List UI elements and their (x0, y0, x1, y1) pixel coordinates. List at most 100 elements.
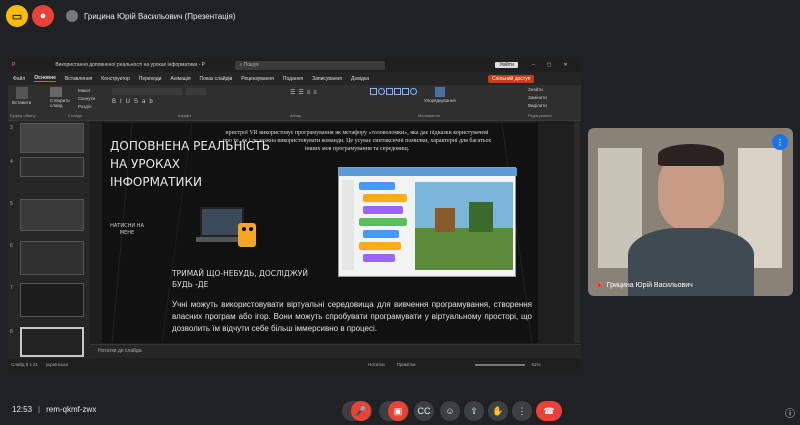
participant-name: Грицина Юрій Васильович (606, 282, 693, 289)
slide-counter: Слайд 8 з 21 (11, 362, 38, 367)
current-slide[interactable]: ДОПОВНЕНА РЕАЛЬНІСТЬ НА УРОКАХ ІНФОРМАТИ… (102, 123, 538, 343)
sign-in-button[interactable]: Увійти (495, 62, 518, 68)
raise-hand-button[interactable]: ✋ (488, 401, 508, 421)
emoji-icon: ☺ (445, 406, 455, 416)
minimize-icon[interactable]: – (532, 62, 535, 68)
vr-description-text: пристрої VR використовує програмування я… (222, 130, 492, 152)
arrange-button[interactable]: Упорядкування (424, 87, 456, 103)
more-options-button[interactable]: ⋮ (512, 401, 532, 421)
slide-number: 3 (10, 125, 13, 131)
slide-thumbnails: 3 4 5 6 7 8 (8, 121, 90, 359)
more-vert-icon: ⋮ (517, 405, 527, 416)
paragraph-buttons[interactable]: ☰☰≡≡ (290, 89, 320, 96)
thumbnail-slide-8-selected[interactable] (20, 327, 84, 357)
captions-icon: CC (417, 406, 431, 416)
font-format-buttons[interactable]: BIUSab (112, 99, 157, 105)
drawing-group-label: Малювання (418, 113, 440, 118)
thumbnail-slide-4[interactable] (20, 157, 84, 177)
file-title: Використання доповненої реальності на ур… (55, 62, 206, 68)
tap-me-label: НАТИСНИ НА МЕНЕ (110, 223, 144, 236)
section-button[interactable]: Розділ (78, 103, 95, 111)
search-input[interactable]: ⌕ Пошук (235, 60, 386, 70)
language-status[interactable]: українська (46, 362, 68, 367)
zoom-slider[interactable] (475, 363, 526, 366)
mic-toggle-button[interactable]: 🎤 (351, 401, 371, 421)
ribbon: Вставити Буфер обміну Створити слайд Мак… (8, 85, 581, 121)
tab-animations[interactable]: Анімація (170, 76, 190, 82)
meet-top-bar: ▭ ● Грицина Юрій Васильович (Презентація… (0, 0, 800, 32)
tab-recording[interactable]: Записування (312, 76, 342, 82)
meeting-code[interactable]: rem-qkmf-zwx (46, 405, 96, 414)
thumbnail-slide-6[interactable] (20, 241, 84, 275)
tab-home[interactable]: Основне (34, 75, 56, 82)
font-size-select[interactable] (186, 88, 206, 95)
end-call-button[interactable]: ☎ (536, 401, 562, 421)
mic-off-icon: 🎤 (355, 405, 367, 416)
tab-design[interactable]: Конструктор (101, 76, 130, 82)
replace-button[interactable]: Замінити (528, 94, 547, 102)
close-icon[interactable]: ✕ (563, 62, 567, 68)
keep-explore-text: ТРИМАЙ ЩО-НЕБУДЬ, ДОСЛІДЖУЙ БУДЬ -ДЕ (172, 269, 308, 289)
clipboard-group-label: Буфер обміну (10, 113, 36, 118)
laptop-robot-image (196, 203, 262, 258)
hand-icon: ✋ (492, 405, 504, 416)
presenter-banner-text: Грицина Юрій Васильович (Презентація) (84, 11, 236, 21)
cospaces-editor-image (338, 167, 517, 277)
camera-off-icon: ▣ (393, 405, 403, 416)
new-slide-label: Створити слайд (50, 98, 70, 108)
zoom-level[interactable]: 61% (531, 362, 540, 367)
thumbnail-slide-7[interactable] (20, 283, 84, 317)
notes-pane[interactable]: Нотатки до слайда (90, 344, 581, 358)
phone-hangup-icon: ☎ (543, 405, 555, 416)
tab-transitions[interactable]: Переходи (139, 76, 162, 82)
slide-number: 4 (10, 159, 13, 165)
presenter-banner: Грицина Юрій Васильович (Презентація) (66, 6, 236, 26)
shapes-gallery[interactable] (370, 88, 418, 108)
select-button[interactable]: Виділити (528, 102, 547, 110)
thumbnail-slide-5[interactable] (20, 199, 84, 231)
tab-view[interactable]: Подання (283, 76, 303, 82)
pin-icon[interactable]: 📌 (594, 282, 603, 290)
arrange-icon (434, 87, 445, 97)
reactions-button[interactable]: ☺ (440, 401, 460, 421)
slide-options: Макет Скинути Розділ (78, 87, 95, 111)
tab-insert[interactable]: Вставлення (65, 76, 92, 82)
info-icon[interactable]: ⓘ (785, 405, 795, 420)
captions-button[interactable]: CC (414, 401, 434, 421)
tab-review[interactable]: Рецензування (241, 76, 274, 82)
avatar (66, 10, 78, 22)
slide-title-line: ІНФОРМАТИКИ (110, 175, 202, 189)
vertical-scrollbar[interactable] (574, 121, 580, 343)
font-name-select[interactable] (112, 88, 182, 95)
present-button[interactable]: ⇧ (464, 401, 484, 421)
powerpoint-logo-icon: P (12, 62, 16, 68)
tab-slideshow[interactable]: Показ слайдів (200, 76, 233, 82)
editing-group-label: Редагування (528, 113, 552, 118)
slide-editor: ДОПОВНЕНА РЕАЛЬНІСТЬ НА УРОКАХ ІНФОРМАТИ… (90, 121, 581, 359)
paste-button[interactable]: Вставити (12, 87, 31, 105)
slide-title-line: НА УРОКАХ (110, 157, 180, 171)
notes-toggle[interactable]: Нотатки (368, 362, 385, 367)
meeting-info: 12:53 | rem-qkmf-zwx (12, 405, 97, 414)
comments-toggle[interactable]: Примітки (397, 362, 416, 367)
participant-video-tile[interactable]: ⋮ 📌 Грицина Юрій Васильович (588, 128, 793, 296)
present-icon: ⇧ (470, 405, 478, 416)
reset-button[interactable]: Скинути (78, 95, 95, 103)
tab-file[interactable]: Файл (13, 76, 25, 82)
camera-toggle-button[interactable]: ▣ (388, 401, 408, 421)
new-slide-icon (50, 87, 62, 97)
present-to-all-icon[interactable]: ▭ (6, 5, 28, 27)
clock-time: 12:53 (12, 405, 33, 414)
participant-hair (658, 144, 724, 166)
speaking-indicator-icon: ⋮ (772, 134, 788, 150)
tab-help[interactable]: Довідка (351, 76, 369, 82)
maximize-icon[interactable]: ▢ (547, 62, 552, 68)
record-icon[interactable]: ● (32, 5, 54, 27)
new-slide-button[interactable]: Створити слайд (50, 87, 72, 108)
paragraph-group-label: Абзац (290, 113, 302, 118)
powerpoint-window: P Використання доповненої реальності на … (8, 58, 581, 370)
share-button[interactable]: Спільний доступ (488, 74, 535, 83)
thumbnail-slide-3[interactable] (20, 123, 84, 153)
find-button[interactable]: Знайти (528, 86, 547, 94)
layout-button[interactable]: Макет (78, 87, 95, 95)
